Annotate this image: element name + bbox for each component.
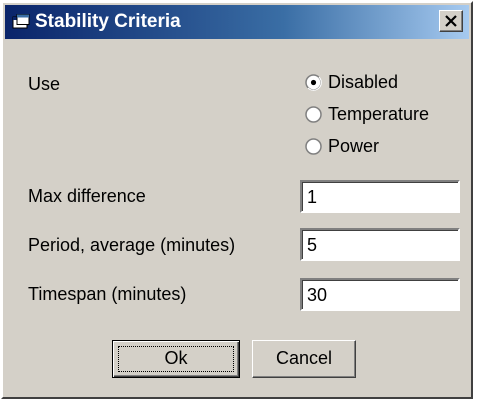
max-difference-field[interactable]: 1: [300, 180, 460, 213]
window-title: Stability Criteria: [35, 11, 181, 32]
cancel-button-label: Cancel: [275, 348, 333, 368]
radio-disabled[interactable]: Disabled: [305, 72, 465, 94]
radio-unselected-icon: [305, 106, 322, 123]
cancel-button[interactable]: Cancel: [252, 340, 356, 378]
ok-button[interactable]: Ok: [112, 340, 240, 378]
period-average-field[interactable]: 5: [300, 228, 460, 261]
radio-power-label: Power: [328, 136, 380, 156]
ok-button-label: Ok: [164, 348, 188, 368]
close-icon: [445, 15, 457, 27]
max-difference-label: Max difference: [28, 186, 146, 206]
radio-unselected-icon: [305, 138, 322, 155]
title-bar[interactable]: Stability Criteria: [5, 5, 469, 39]
window-app-icon: [12, 14, 30, 29]
stability-criteria-dialog: Stability Criteria Use Disabled Temperat…: [1, 1, 473, 399]
period-average-label: Period, average (minutes): [28, 235, 236, 255]
close-button[interactable]: [439, 10, 463, 32]
radio-selected-icon: [305, 74, 322, 91]
timespan-label: Timespan (minutes): [28, 284, 187, 304]
radio-power[interactable]: Power: [305, 136, 465, 158]
use-label: Use: [28, 74, 61, 94]
radio-disabled-label: Disabled: [328, 72, 399, 92]
timespan-field[interactable]: 30: [300, 278, 460, 311]
radio-temperature[interactable]: Temperature: [305, 104, 465, 126]
radio-temperature-label: Temperature: [328, 104, 430, 124]
